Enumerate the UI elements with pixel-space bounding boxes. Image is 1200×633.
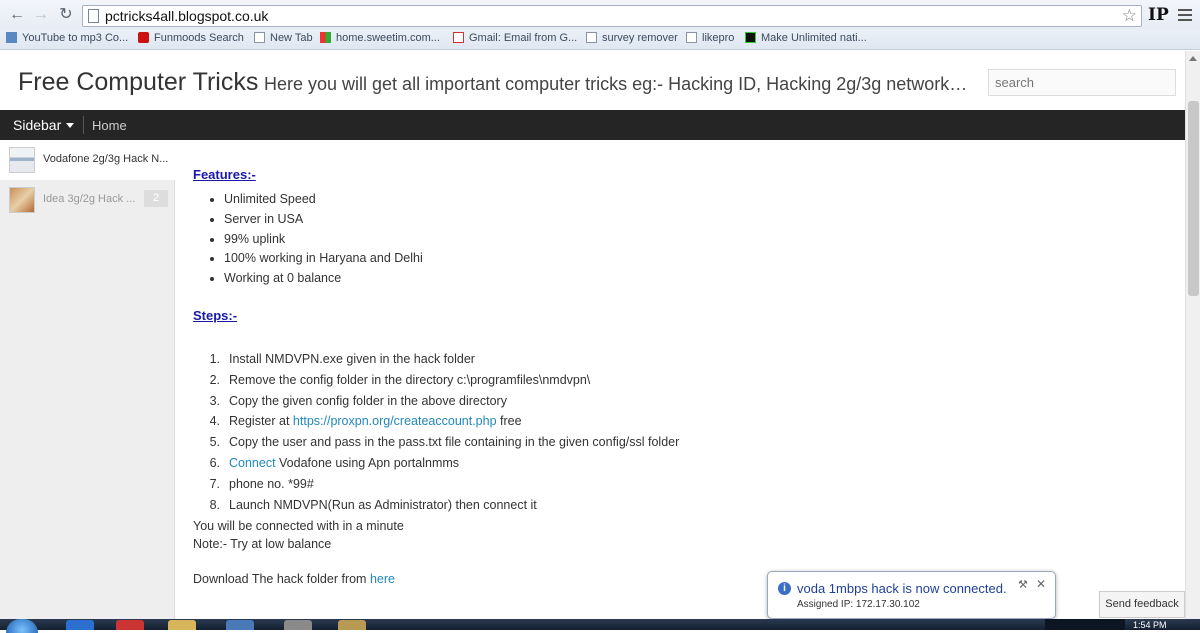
bookmark-item[interactable]: home.sweetim.com... [320,32,440,44]
info-icon: i [778,582,791,595]
page-icon [88,9,99,23]
nav-divider [83,116,84,134]
post-thumbnail [9,147,35,173]
feature-item: 100% working in Haryana and Delhi [224,249,423,269]
sidebar-dropdown[interactable]: Sidebar [13,117,75,133]
home-link[interactable]: Home [92,118,127,133]
site-header: Free Computer Tricks Here you will get a… [0,51,1185,109]
reload-icon[interactable]: ↻ [57,6,75,24]
bookmark-item[interactable]: likepro [686,32,734,44]
vertical-scrollbar[interactable] [1185,51,1200,630]
steps-list: 1. Install NMDVPN.exe given in the hack f… [203,349,680,515]
blog-navbar: Sidebar Home [0,110,1185,140]
bookmark-item[interactable]: Funmoods Search [138,32,244,44]
forward-icon[interactable]: → [32,6,50,24]
wrench-menu-icon[interactable] [1178,9,1192,24]
features-heading: Features:- [193,167,256,182]
ip-extension-button[interactable]: IP [1148,5,1169,25]
explorer-taskbar-icon[interactable] [168,620,196,630]
sidebar-post-item[interactable]: Idea 3g/2g Hack ... 2 [0,180,175,220]
step-item: 5. Copy the user and pass in the pass.txt… [209,435,680,450]
notification-subtitle: Assigned IP: 172.17.30.102 [797,599,920,610]
gmail-icon [453,32,464,43]
app-taskbar-icon[interactable] [284,620,312,630]
bookmark-item[interactable]: YouTube to mp3 Co... [6,32,128,44]
site-description: Here you will get all important computer… [264,74,969,94]
windows-taskbar: 1:54 PM [0,619,1200,633]
feature-item: Working at 0 balance [224,269,423,289]
sidebar-post-title: Vodafone 2g/3g Hack N... [43,153,169,165]
bookmark-page-icon [586,32,597,43]
comment-count-badge: 2 [144,190,168,207]
article-body: Features:- Unlimited Speed Server in USA… [193,140,1163,630]
send-feedback-button[interactable]: Send feedback [1099,591,1185,618]
post-sidebar: Vodafone 2g/3g Hack N... Idea 3g/2g Hack… [0,140,175,630]
url-text: pctricks4all.blogspot.co.uk [105,8,269,24]
step-item: 4. Register at https://proxpn.org/createa… [209,414,522,429]
bookmark-page-icon [686,32,697,43]
bookmark-favicon-icon [138,32,149,43]
bookmark-item[interactable]: survey remover [586,32,678,44]
app-taskbar-icon[interactable] [226,620,254,630]
step-item: 6. Connect Vodafone using Apn portalnmms [209,455,460,470]
bookmark-item[interactable]: Gmail: Email from G... [453,32,577,44]
bookmarks-bar: YouTube to mp3 Co... Funmoods Search New… [0,30,1200,50]
download-line: Download The hack folder from here [193,572,395,586]
ie-taskbar-icon[interactable] [66,620,94,630]
wrench-icon[interactable]: ⚒ [1018,578,1028,591]
proxpn-link[interactable]: https://proxpn.org/createaccount.php [293,414,497,428]
browser-toolbar: ← → ↻ pctricks4all.blogspot.co.uk ☆ IP [0,0,1200,32]
bookmark-favicon-icon [320,32,331,43]
sidebar-post-item[interactable]: Vodafone 2g/3g Hack N... [0,140,175,180]
chrome-taskbar-icon[interactable] [116,620,144,630]
feature-item: 99% uplink [224,230,423,250]
app-taskbar-icon[interactable] [338,620,366,630]
taskbar-clock: 1:54 PM [1133,620,1167,630]
steps-heading: Steps:- [193,308,238,323]
back-icon[interactable]: ← [8,6,26,24]
balance-note: Note:- Try at low balance [193,537,332,551]
feature-item: Unlimited Speed [224,190,423,210]
step-item: 8. Launch NMDVPN(Run as Administrator) th… [209,497,537,512]
bookmark-star-icon[interactable]: ☆ [1122,6,1137,26]
connected-note: You will be connected with in a minute [193,519,404,533]
site-title[interactable]: Free Computer Tricks [18,68,258,97]
connection-notification: i voda 1mbps hack is now connected. Assi… [767,571,1056,619]
address-bar[interactable]: pctricks4all.blogspot.co.uk ☆ [82,5,1142,27]
bookmark-item[interactable]: Make Unlimited nati... [745,32,867,44]
post-thumbnail [9,187,35,213]
bookmark-item[interactable]: New Tab [254,32,313,44]
caret-down-icon [66,123,75,128]
bookmark-page-icon [254,32,265,43]
download-link[interactable]: here [370,572,395,586]
step-item: 3. Copy the given config folder in the ab… [209,393,507,408]
step-item: 1. Install NMDVPN.exe given in the hack f… [209,352,475,366]
sidebar-post-title: Idea 3g/2g Hack ... [43,193,136,205]
close-icon[interactable]: ✕ [1036,577,1046,591]
step-item: 7. phone no. *99# [209,476,314,491]
start-button[interactable] [6,619,38,633]
step-item: 2. Remove the config folder in the direct… [209,372,591,387]
system-tray [1045,619,1125,630]
scroll-up-arrow-icon[interactable] [1189,56,1197,61]
features-list: Unlimited Speed Server in USA 99% uplink… [224,190,423,289]
scrollbar-thumb[interactable] [1188,101,1199,296]
bookmark-favicon-icon [6,32,17,43]
notification-title: voda 1mbps hack is now connected. [797,581,1007,596]
search-input[interactable] [988,69,1176,96]
bookmark-favicon-icon [745,32,756,43]
connect-link[interactable]: Connect [229,456,276,470]
feature-item: Server in USA [224,210,423,230]
